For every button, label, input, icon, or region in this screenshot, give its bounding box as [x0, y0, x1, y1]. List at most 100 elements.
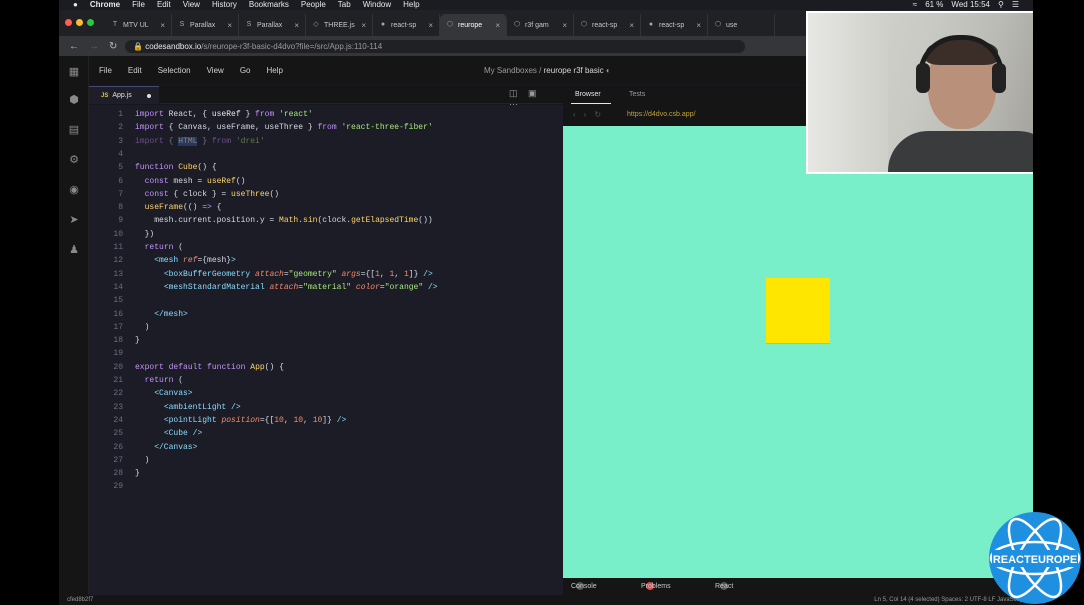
code-text[interactable]: import React, { useRef } from 'react' — [135, 108, 313, 121]
wifi-icon[interactable]: ≈ — [913, 0, 917, 10]
problems-tab[interactable]: Problems — [641, 578, 671, 595]
code-text[interactable]: return ( — [135, 241, 183, 254]
code-text[interactable]: <pointLight position={[10, 10, 10]} /> — [135, 414, 347, 427]
code-line[interactable]: 11 return ( — [89, 241, 563, 254]
layout-icon[interactable]: ▣ — [528, 88, 537, 98]
code-line[interactable]: 16 </mesh> — [89, 308, 563, 321]
code-line[interactable]: 6 const mesh = useRef() — [89, 175, 563, 188]
console-tab[interactable]: Console — [571, 578, 597, 595]
menu-window[interactable]: Window — [363, 0, 391, 10]
code-text[interactable]: useFrame(() => { — [135, 201, 222, 214]
code-line[interactable]: 29 — [89, 480, 563, 493]
code-text[interactable]: export default function App() { — [135, 361, 284, 374]
code-line[interactable]: 14 <meshStandardMaterial attach="materia… — [89, 281, 563, 294]
back-arrow-icon[interactable]: ← — [69, 41, 79, 52]
browser-tab[interactable]: ⬡ react-sp × — [574, 14, 641, 36]
code-line[interactable]: 28} — [89, 467, 563, 480]
editor-menu-go[interactable]: Go — [240, 66, 251, 75]
menu-help[interactable]: Help — [403, 0, 419, 10]
breadcrumb-parent[interactable]: My Sandboxes — [484, 66, 537, 75]
code-text[interactable]: mesh.current.position.y = Math.sin(clock… — [135, 214, 432, 227]
preview-url[interactable]: https://d4dvo.csb.app/ — [627, 104, 696, 126]
code-text[interactable]: ) — [135, 454, 150, 467]
code-text[interactable]: const { clock } = useThree() — [135, 188, 279, 201]
code-line[interactable]: 3 import { HTML } from 'drei' — [89, 135, 563, 148]
close-tab-icon[interactable]: × — [495, 21, 500, 30]
file-icon[interactable]: ▤ — [68, 124, 80, 136]
code-text[interactable]: </mesh> — [135, 308, 188, 321]
browser-tab[interactable]: S Parallax × — [172, 14, 239, 36]
code-text[interactable]: </Canvas> — [135, 441, 197, 454]
users-icon[interactable]: ♟ — [68, 244, 80, 256]
devtools-tab[interactable]: React DevTools — [715, 578, 744, 605]
code-text[interactable]: <Canvas> — [135, 387, 192, 400]
breadcrumb-current[interactable]: reurope r3f basic — [544, 66, 604, 75]
browser-tab[interactable]: ◇ THREE.js × — [306, 14, 373, 36]
menu-history[interactable]: History — [212, 0, 237, 10]
close-tab-icon[interactable]: × — [562, 21, 567, 30]
code-line[interactable]: 17 ) — [89, 321, 563, 334]
reload-icon[interactable]: ↻ — [109, 41, 117, 52]
code-line[interactable]: 20 export default function App() { — [89, 361, 563, 374]
clock-text[interactable]: Wed 15:54 — [951, 0, 990, 10]
code-line[interactable]: 7 const { clock } = useThree() — [89, 188, 563, 201]
code-text[interactable]: import { Canvas, useFrame, useThree } fr… — [135, 121, 433, 134]
editor-menu-view[interactable]: View — [207, 66, 224, 75]
preview-nav-icons[interactable]: ‹›↻ — [573, 104, 609, 126]
code-text[interactable]: <Cube /> — [135, 427, 202, 440]
file-tab-app-js[interactable]: JS App.js — [89, 86, 159, 104]
code-line[interactable]: 19 — [89, 347, 563, 360]
code-text[interactable]: import { HTML } from 'drei' — [135, 135, 265, 148]
code-line[interactable]: 21 return ( — [89, 374, 563, 387]
editor-menu-selection[interactable]: Selection — [158, 66, 191, 75]
editor-menu-file[interactable]: File — [99, 66, 112, 75]
minimize-window-button[interactable] — [76, 19, 83, 26]
code-line[interactable]: 9 mesh.current.position.y = Math.sin(clo… — [89, 214, 563, 227]
menu-people[interactable]: People — [301, 0, 326, 10]
app-name[interactable]: Chrome — [90, 0, 120, 10]
browser-tab[interactable]: ● react-sp × — [641, 14, 708, 36]
code-text[interactable]: <ambientLight /> — [135, 401, 241, 414]
search-icon[interactable]: ⚲ — [998, 0, 1004, 10]
menu-list-icon[interactable]: ☰ — [1012, 0, 1019, 10]
code-line[interactable]: 1 import React, { useRef } from 'react' — [89, 108, 563, 121]
code-line[interactable]: 10 }) — [89, 228, 563, 241]
menu-file[interactable]: File — [132, 0, 145, 10]
close-tab-icon[interactable]: × — [361, 21, 366, 30]
code-line[interactable]: 18} — [89, 334, 563, 347]
code-line[interactable]: 4 — [89, 148, 563, 161]
code-text[interactable]: function Cube() { — [135, 161, 217, 174]
address-bar[interactable]: 🔒 codesandbox.io/s/reurope-r3f-basic-d4d… — [125, 40, 745, 53]
code-text[interactable]: const mesh = useRef() — [135, 175, 246, 188]
split-editor-icon[interactable]: ◫ — [509, 88, 518, 98]
rocket-icon[interactable]: ➤ — [68, 214, 80, 226]
close-window-button[interactable] — [65, 19, 72, 26]
code-line[interactable]: 5 function Cube() { — [89, 161, 563, 174]
browser-tab[interactable]: T MTV UL × — [105, 14, 172, 36]
editor-menu-edit[interactable]: Edit — [128, 66, 142, 75]
zoom-window-button[interactable] — [87, 19, 94, 26]
github-icon[interactable]: ◉ — [68, 184, 80, 196]
close-tab-icon[interactable]: × — [428, 21, 433, 30]
code-line[interactable]: 2 import { Canvas, useFrame, useThree } f… — [89, 121, 563, 134]
code-text[interactable]: } — [135, 334, 140, 347]
code-text[interactable]: <meshStandardMaterial attach="material" … — [135, 281, 438, 294]
cube-icon[interactable]: ⬢ — [68, 94, 80, 106]
browser-tab[interactable]: ● react-sp × — [373, 14, 440, 36]
code-text[interactable]: <mesh ref={mesh}> — [135, 254, 236, 267]
tab-tests[interactable]: Tests — [629, 86, 645, 104]
browser-tab[interactable]: ⬡ use — [708, 14, 775, 36]
grid-menu-icon[interactable]: ▦ — [68, 66, 80, 78]
code-line[interactable]: 24 <pointLight position={[10, 10, 10]} /… — [89, 414, 563, 427]
battery-text[interactable]: 61 % — [925, 0, 943, 10]
code-text[interactable]: } — [135, 467, 140, 480]
code-line[interactable]: 26 </Canvas> — [89, 441, 563, 454]
browser-tab-active[interactable]: ⬡ reurope × — [440, 14, 507, 36]
close-tab-icon[interactable]: × — [629, 21, 634, 30]
unsaved-dot-icon[interactable] — [147, 94, 151, 98]
code-text[interactable]: <boxBufferGeometry attach="geometry" arg… — [135, 268, 433, 281]
forward-arrow-icon[interactable]: → — [89, 41, 99, 52]
code-line[interactable]: 13 <boxBufferGeometry attach="geometry" … — [89, 268, 563, 281]
code-text[interactable]: return ( — [135, 374, 183, 387]
code-line[interactable]: 8 useFrame(() => { — [89, 201, 563, 214]
